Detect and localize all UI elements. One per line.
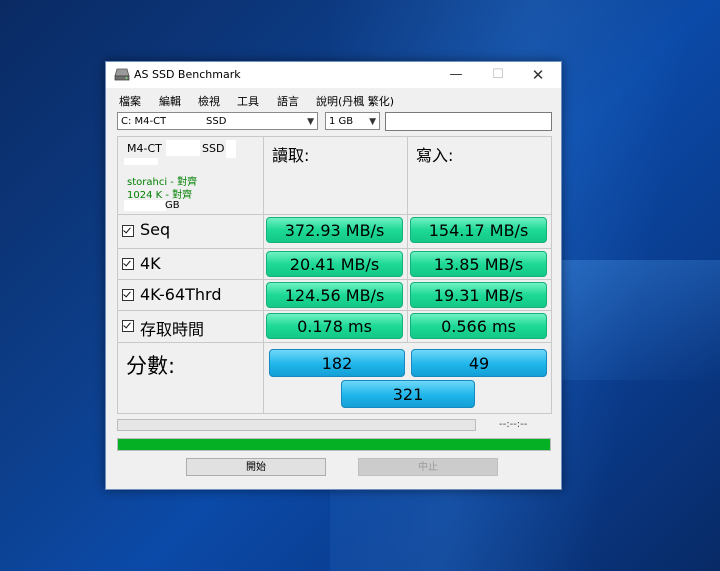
access-read-result: 0.178 ms — [266, 313, 403, 339]
grid-line — [117, 279, 552, 280]
minimize-button[interactable]: — — [438, 64, 474, 86]
alignment-status: 1024 K - 對齊 — [127, 190, 193, 201]
grid-line — [117, 310, 552, 311]
4k64-read-result: 124.56 MB/s — [266, 282, 403, 308]
grid-line — [117, 413, 552, 414]
row-label-seq: Seq — [140, 220, 171, 239]
menu-tools[interactable]: 工具 — [237, 93, 259, 109]
menu-file[interactable]: 檔案 — [119, 93, 141, 109]
row-label-access-time: 存取時間 — [140, 320, 205, 339]
seq-checkbox[interactable] — [122, 225, 134, 237]
grid-line — [263, 136, 264, 414]
drive-select-suffix: SSD — [206, 116, 227, 127]
4k64-checkbox[interactable] — [122, 289, 134, 301]
menu-view[interactable]: 檢視 — [198, 93, 220, 109]
grid-line — [117, 136, 552, 137]
stop-button[interactable]: 中止 — [358, 458, 498, 476]
score-label: 分數: — [126, 354, 176, 378]
size-select[interactable]: 1 GB ▼ — [325, 112, 380, 130]
read-header: 讀取: — [272, 146, 310, 165]
seq-write-result: 154.17 MB/s — [410, 217, 547, 243]
grid-line — [117, 214, 552, 215]
grid-line — [407, 136, 408, 342]
access-write-result: 0.566 ms — [410, 313, 547, 339]
write-header: 寫入: — [416, 146, 454, 165]
chevron-down-icon: ▼ — [369, 117, 376, 127]
menu-edit[interactable]: 編輯 — [159, 93, 181, 109]
overall-progress-fill — [118, 439, 550, 450]
drive-select[interactable]: C: M4-CT SSD ▼ — [117, 112, 318, 130]
grid-line — [117, 342, 552, 343]
start-button[interactable]: 開始 — [186, 458, 326, 476]
drive-capacity-unit: GB — [165, 200, 180, 211]
size-select-value: 1 GB — [329, 116, 354, 127]
redaction-block — [226, 140, 236, 158]
redaction-block — [124, 200, 166, 211]
elapsed-time: --:--:-- — [499, 419, 528, 430]
close-button[interactable]: ✕ — [520, 64, 556, 86]
window-title: AS SSD Benchmark — [134, 68, 241, 81]
write-score: 49 — [411, 349, 547, 377]
maximize-button[interactable]: ☐ — [480, 64, 516, 86]
grid-line — [117, 248, 552, 249]
drive-model-suffix: SSD — [202, 142, 225, 155]
row-label-4k64thrd: 4K-64Thrd — [140, 285, 222, 304]
title-bar: AS SSD Benchmark — ☐ ✕ — [106, 62, 561, 88]
menu-bar: 檔案 編輯 檢視 工具 語言 說明(丹楓 繁化) — [106, 89, 561, 109]
read-score: 182 — [269, 349, 405, 377]
4k64-write-result: 19.31 MB/s — [410, 282, 547, 308]
disk-drive-icon — [114, 68, 130, 81]
redaction-block — [124, 158, 158, 165]
current-test-progress — [117, 419, 476, 431]
row-label-4k: 4K — [140, 254, 161, 273]
drive-select-value: C: M4-CT — [121, 116, 167, 127]
test-name-input[interactable] — [385, 112, 552, 131]
desktop-light-glow — [560, 260, 720, 380]
seq-read-result: 372.93 MB/s — [266, 217, 403, 243]
4k-read-result: 20.41 MB/s — [266, 251, 403, 277]
redaction-block — [166, 140, 200, 156]
drive-info-panel: M4-CT SSD storahci - 對齊 1024 K - 對齊 GB — [118, 138, 260, 214]
redaction-block — [166, 115, 204, 128]
overall-progress — [117, 438, 551, 451]
chevron-down-icon: ▼ — [307, 117, 314, 127]
4k-checkbox[interactable] — [122, 258, 134, 270]
grid-line — [551, 136, 552, 414]
total-score: 321 — [341, 380, 475, 408]
menu-help[interactable]: 說明(丹楓 繁化) — [316, 93, 394, 109]
access-time-checkbox[interactable] — [122, 320, 134, 332]
menu-language[interactable]: 語言 — [277, 93, 299, 109]
drive-model: M4-CT — [127, 142, 162, 155]
as-ssd-window: AS SSD Benchmark — ☐ ✕ 檔案 編輯 檢視 工具 語言 說明… — [105, 61, 562, 490]
4k-write-result: 13.85 MB/s — [410, 251, 547, 277]
